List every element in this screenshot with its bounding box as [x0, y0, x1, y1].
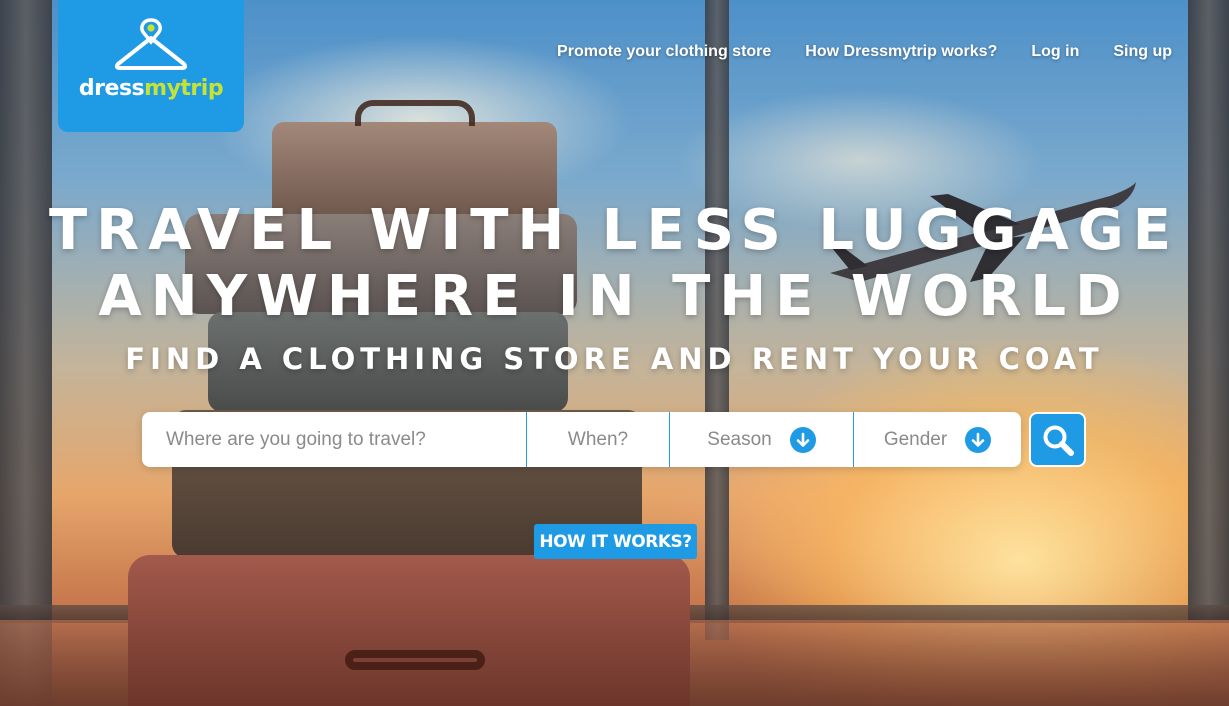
- hero-subheadline: Find a clothing store and rent your coat: [125, 342, 1104, 376]
- brand-wordmark-part2: mytrip: [144, 76, 224, 101]
- gender-label: Gender: [883, 428, 948, 450]
- arrow-down-circle-icon: [789, 426, 816, 453]
- season-label: Season: [707, 428, 772, 450]
- hero-headline-line2: anywhere in the world: [98, 264, 1131, 329]
- destination-input[interactable]: [166, 428, 506, 451]
- suitcase-bottom-handle: [345, 650, 485, 670]
- how-it-works-button[interactable]: How it works?: [534, 524, 697, 559]
- top-navigation: Promote your clothing store How Dressmyt…: [557, 43, 1172, 61]
- destination-segment: [142, 412, 526, 467]
- nav-signup-link[interactable]: Sing up: [1113, 43, 1172, 61]
- suitcase-bottom: [128, 555, 690, 706]
- gender-dropdown[interactable]: Gender: [853, 412, 1021, 467]
- nav-login-link[interactable]: Log in: [1031, 43, 1079, 61]
- suitcase-handle: [355, 100, 475, 126]
- search-button[interactable]: [1029, 412, 1086, 467]
- nav-promote-store-link[interactable]: Promote your clothing store: [557, 43, 771, 61]
- search-bar: When? Season Gender: [142, 412, 1021, 467]
- when-date-picker[interactable]: When?: [526, 412, 669, 467]
- hero-headline-line1: Travel with less luggage: [48, 198, 1181, 263]
- arrow-down-circle-icon: [965, 426, 992, 453]
- nav-how-it-works-link[interactable]: How Dressmytrip works?: [805, 43, 997, 61]
- brand-wordmark: dressmytrip: [58, 76, 244, 101]
- hanger-pin-icon: [114, 18, 188, 70]
- season-dropdown[interactable]: Season: [669, 412, 853, 467]
- brand-logo[interactable]: dressmytrip: [58, 0, 244, 132]
- when-label: When?: [567, 428, 629, 450]
- brand-wordmark-part1: dress: [78, 76, 145, 101]
- search-icon: [1043, 425, 1074, 456]
